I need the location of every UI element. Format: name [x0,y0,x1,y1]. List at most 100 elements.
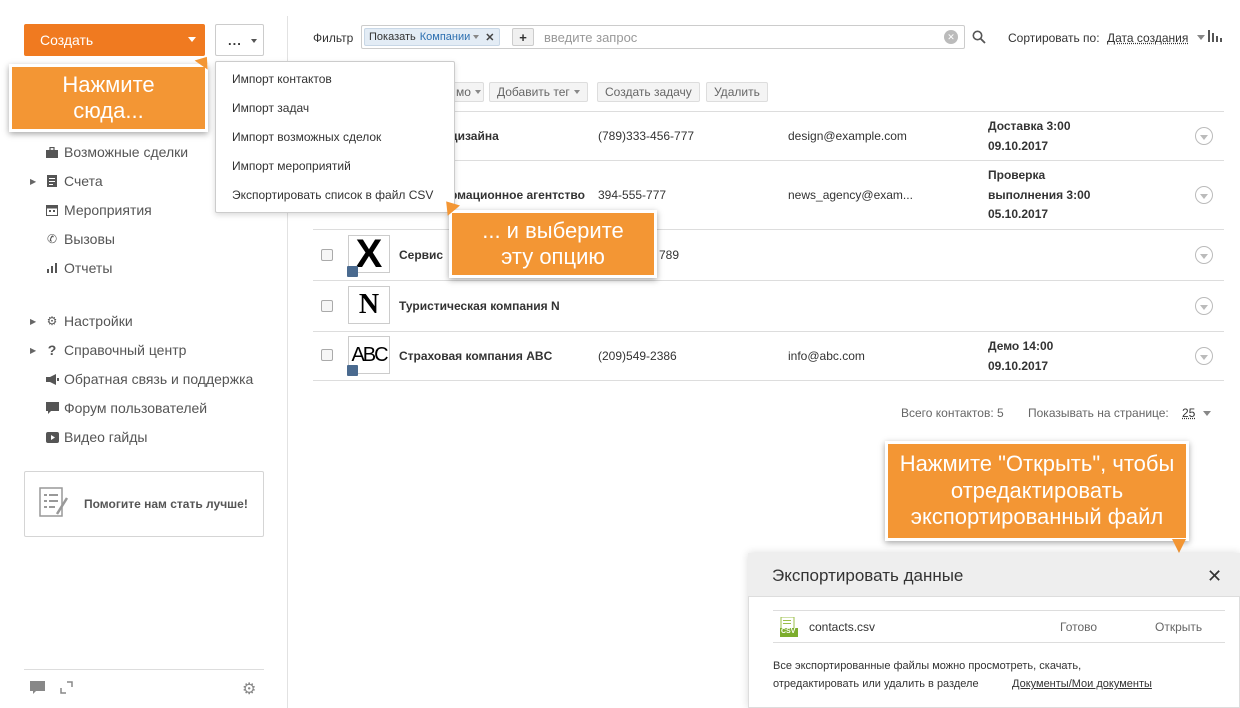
filter-chip-key: Показать [369,31,416,43]
partial-action-label: мо [456,85,471,99]
hint-text: Нажмите сюда... [62,71,155,123]
sidebar-item-label: Форум пользователей [64,400,208,416]
chevron-right-icon: ▶ [30,176,37,186]
row-menu-icon[interactable] [1195,186,1213,204]
add-task-button[interactable]: Создать задачу [597,82,700,102]
row-checkbox[interactable] [321,349,333,361]
sidebar-item-label: Видео гайды [64,429,148,445]
per-page-select[interactable]: 25 [1182,406,1195,420]
menu-item-import-deals[interactable]: Импорт возможных сделок [232,130,381,144]
company-name[interactable]: Туристическая компания N [399,299,560,313]
table-row[interactable]: ABC Страховая компания ABC (209)549-2386… [313,332,1224,380]
company-email[interactable]: news_agency@exam... [788,188,913,202]
more-button-label: ... [228,32,242,48]
more-actions-menu: Импорт контактов Импорт задач Импорт воз… [215,61,455,213]
open-file-button[interactable]: Открыть [1155,620,1202,634]
export-panel-title: Экспортировать данные [772,566,964,585]
company-name[interactable]: рмационное агентство [450,188,585,202]
row-menu-icon[interactable] [1195,127,1213,145]
clear-icon[interactable]: ✕ [944,30,958,44]
chevron-down-icon[interactable] [1197,35,1205,40]
chat-icon[interactable] [30,681,45,697]
filter-chip[interactable]: Показать Компании ✕ [364,28,500,46]
delete-label: Удалить [714,85,760,99]
export-status: Готово [1060,620,1098,634]
table-row[interactable]: N Туристическая компания N [313,281,1224,331]
menu-item-import-tasks[interactable]: Импорт задач [232,101,309,115]
export-info-line: Все экспортированные файлы можно просмот… [773,660,1082,672]
company-name[interactable]: Сервис [399,248,443,262]
sidebar-item-deals[interactable]: Возможные сделки [30,141,188,163]
close-icon[interactable]: ✕ [485,31,494,44]
megaphone-icon [42,373,62,385]
more-actions-button[interactable]: ... [215,24,264,56]
hint-tooltip: Нажмите сюда... [9,64,208,132]
feedback-box-label: Помогите нам стать лучше! [84,497,248,511]
row-menu-icon[interactable] [1195,347,1213,365]
sidebar-item-settings[interactable]: ▶ ⚙ Настройки [30,310,133,332]
bar-chart-icon [42,263,62,273]
filter-chip-value[interactable]: Компании [420,31,471,43]
row-checkbox[interactable] [321,249,333,261]
video-icon [42,431,62,443]
task-line[interactable]: Проверка [988,165,1045,185]
company-email[interactable]: design@example.com [788,129,907,143]
sidebar-item-events[interactable]: Мероприятия [30,199,152,221]
document-icon [42,175,62,187]
task-line[interactable]: выполнения 3:00 [988,185,1090,205]
link-icon [347,365,358,376]
filter-label: Фильтр [313,31,354,45]
csv-label: CSV [781,628,796,635]
task-line[interactable]: Демо 14:00 [988,336,1053,356]
sidebar-item-videos[interactable]: Видео гайды [30,426,147,448]
tooltip-arrow [1172,539,1186,553]
company-name[interactable]: дизайна [450,129,499,143]
menu-item-export-csv[interactable]: Экспортировать список в файл CSV [232,188,433,202]
add-tag-label: Добавить тег [497,85,570,99]
add-filter-button[interactable]: + [512,28,534,46]
company-email[interactable]: info@abc.com [788,349,865,363]
row-menu-icon[interactable] [1195,297,1213,315]
hint-tooltip: Нажмите "Открыть", чтобы отредактировать… [885,441,1189,541]
divider [24,669,264,670]
create-button[interactable]: Создать [24,24,205,56]
sort-dropdown[interactable]: Дата создания [1107,31,1188,45]
my-documents-link[interactable]: Документы/Мои документы [1012,678,1152,690]
gear-icon[interactable]: ⚙ [242,679,256,699]
sidebar-item-label: Мероприятия [64,202,152,218]
chevron-down-icon[interactable] [1203,411,1211,416]
hint-tooltip: ... и выберите эту опцию [449,210,657,278]
task-line[interactable]: Доставка 3:00 [988,116,1071,136]
company-name[interactable]: Страховая компания ABC [399,349,552,363]
chevron-down-icon [188,37,196,42]
logo-text: ABC [351,343,388,366]
close-icon[interactable]: ✕ [1207,567,1222,585]
search-input[interactable] [544,29,934,45]
add-task-label: Создать задачу [605,85,692,99]
delete-button[interactable]: Удалить [706,82,768,102]
chevron-right-icon: ▶ [30,316,37,326]
add-tag-button[interactable]: Добавить тег [489,82,588,102]
menu-item-import-contacts[interactable]: Импорт контактов [232,72,332,86]
sidebar-item-feedback[interactable]: Обратная связь и поддержка [30,368,253,390]
row-checkbox[interactable] [321,300,333,312]
logo-text: X [355,232,383,276]
sidebar-item-invoices[interactable]: ▶ Счета [30,170,103,192]
row-menu-icon[interactable] [1195,246,1213,264]
sort-order-icon[interactable] [1208,30,1222,42]
divider [773,610,1225,611]
company-logo: N [348,286,390,324]
company-phone: (789)333-456-777 [598,129,695,143]
sidebar-item-forum[interactable]: Форум пользователей [30,397,207,419]
menu-item-import-events[interactable]: Импорт мероприятий [232,159,351,173]
sidebar-item-label: Счета [64,173,103,189]
search-icon[interactable] [972,30,986,44]
feedback-box[interactable]: Помогите нам стать лучше! [24,471,264,537]
link-icon [347,266,358,277]
sidebar-item-help[interactable]: ▶ ? Справочный центр [30,339,186,361]
expand-icon[interactable] [60,681,73,697]
sidebar-item-calls[interactable]: ✆ Вызовы [30,228,115,250]
chevron-down-icon [573,90,580,94]
sidebar-item-reports[interactable]: Отчеты [30,257,112,279]
task-date: 09.10.2017 [988,359,1049,373]
